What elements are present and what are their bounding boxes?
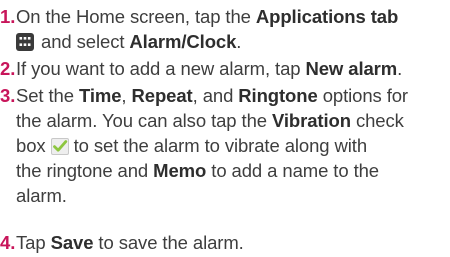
step-line: box to set the alarm to vibrate along wi… <box>16 135 368 156</box>
step-1: 1. On the Home screen, tap the Applicati… <box>0 4 446 54</box>
step-line: On the Home screen, tap the Applications… <box>16 6 399 27</box>
step-line: If you want to add a new alarm, tap New … <box>16 58 403 79</box>
step-line: and select Alarm/Clock. <box>16 29 446 54</box>
step-line: alarm. <box>16 185 67 206</box>
step-line: the alarm. You can also tap the Vibratio… <box>16 110 404 131</box>
step-line: Set the Time, Repeat, and Ringtone optio… <box>16 85 408 106</box>
step-number: 3. <box>0 85 16 106</box>
applications-grid-icon <box>16 33 34 51</box>
repeat-label: Repeat <box>131 85 193 106</box>
ringtone-label: Ringtone <box>238 85 318 106</box>
step-text: Tap Save to save the alarm. <box>16 230 446 255</box>
applications-tab-label: Applications tab <box>255 6 399 27</box>
step-line: the ringtone and Memo to add a name to t… <box>16 160 379 181</box>
step-text: On the Home screen, tap the Applications… <box>16 4 446 54</box>
step-line: Tap Save to save the alarm. <box>16 232 244 253</box>
step-number: 2. <box>0 58 16 79</box>
vibration-label: Vibration <box>271 110 351 131</box>
checkbox-checked-icon <box>50 138 69 155</box>
new-alarm-label: New alarm <box>305 58 398 79</box>
step-text: If you want to add a new alarm, tap New … <box>16 56 446 81</box>
step-3: 3. Set the Time, Repeat, and Ringtone op… <box>0 83 446 208</box>
step-number: 1. <box>0 6 16 27</box>
alarm-clock-label: Alarm/Clock <box>129 31 237 52</box>
time-label: Time <box>78 85 122 106</box>
instruction-page: 1. On the Home screen, tap the Applicati… <box>0 0 450 257</box>
step-4: 4. Tap Save to save the alarm. <box>0 230 446 255</box>
step-2: 2. If you want to add a new alarm, tap N… <box>0 56 446 81</box>
memo-label: Memo <box>153 160 207 181</box>
save-label: Save <box>50 232 94 253</box>
step-text: Set the Time, Repeat, and Ringtone optio… <box>16 83 446 208</box>
step-number: 4. <box>0 232 16 253</box>
